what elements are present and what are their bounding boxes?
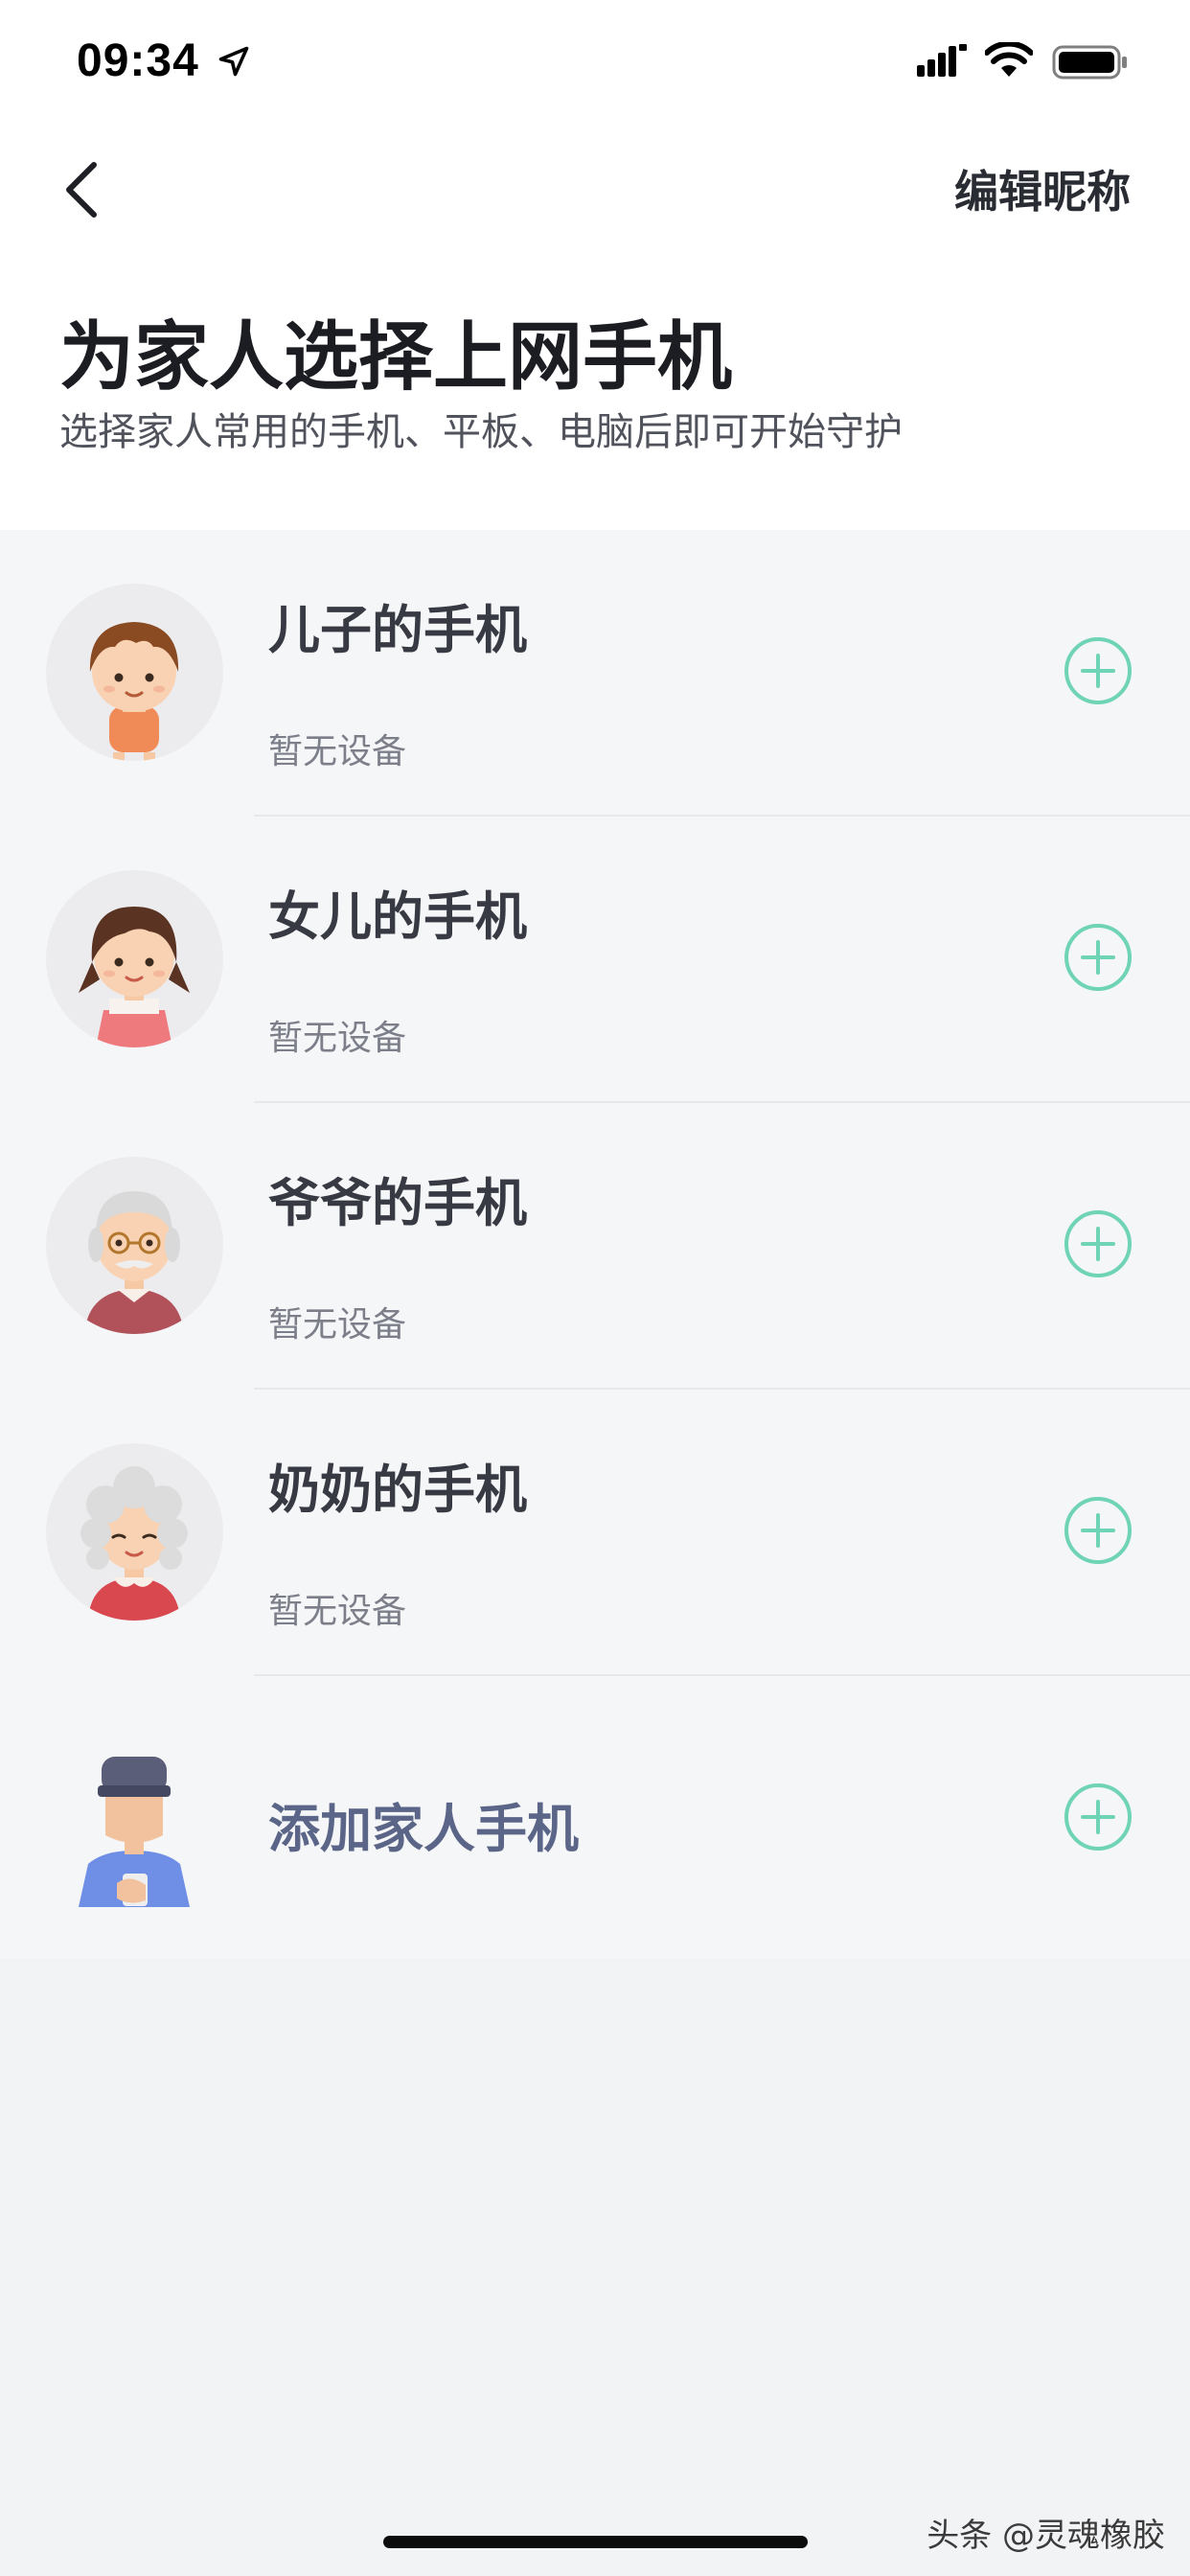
header-area: 09:34 编辑昵称 为家人选择上网手机 选择家人常用的手机、平板、电脑后即可开… <box>0 0 1190 530</box>
home-indicator[interactable] <box>383 2536 808 2548</box>
add-member-plus-icon[interactable] <box>1064 1782 1133 1852</box>
boy-avatar <box>46 584 223 761</box>
cellular-signal-icon <box>917 44 967 77</box>
status-time: 09:34 <box>77 35 199 86</box>
girl-avatar <box>46 870 223 1047</box>
add-family-phone-label: 添加家人手机 <box>268 1799 579 1859</box>
add-device-plus-icon[interactable] <box>1064 1209 1133 1278</box>
add-device-plus-icon[interactable] <box>1064 1496 1133 1565</box>
family-row-status: 暂无设备 <box>268 1592 407 1631</box>
family-row-name: 女儿的手机 <box>268 886 527 947</box>
family-row-name: 儿子的手机 <box>268 600 527 660</box>
watermark: 头条 @灵魂橡胶 <box>927 2517 1165 2555</box>
add-device-plus-icon[interactable] <box>1064 923 1133 992</box>
family-device-list: 儿子的手机 暂无设备 女儿的手机 暂无设备 爷爷的手机 暂无设备 奶奶的手机 暂… <box>0 530 1190 1959</box>
family-row-son[interactable]: 儿子的手机 暂无设备 <box>0 530 1190 816</box>
family-row-daughter[interactable]: 女儿的手机 暂无设备 <box>0 816 1190 1103</box>
page-title: 为家人选择上网手机 <box>59 314 733 401</box>
battery-icon <box>1052 45 1127 80</box>
family-row-status: 暂无设备 <box>268 1305 407 1345</box>
edit-nickname-button[interactable]: 编辑昵称 <box>954 157 1131 220</box>
add-device-plus-icon[interactable] <box>1064 636 1133 705</box>
family-row-grandma[interactable]: 奶奶的手机 暂无设备 <box>0 1390 1190 1676</box>
family-row-status: 暂无设备 <box>268 1019 407 1058</box>
add-family-phone-row[interactable]: 添加家人手机 <box>0 1676 1190 1963</box>
location-arrow-icon <box>218 46 249 77</box>
man-with-cap-avatar <box>46 1730 223 1907</box>
family-row-status: 暂无设备 <box>268 732 407 771</box>
grandma-avatar <box>46 1443 223 1621</box>
back-chevron-icon[interactable] <box>56 155 107 224</box>
family-row-grandpa[interactable]: 爷爷的手机 暂无设备 <box>0 1103 1190 1390</box>
family-row-name: 奶奶的手机 <box>268 1460 527 1520</box>
family-row-name: 爷爷的手机 <box>268 1173 527 1233</box>
grandpa-avatar <box>46 1157 223 1334</box>
wifi-icon <box>985 42 1033 77</box>
page-subtitle: 选择家人常用的手机、平板、电脑后即可开始守护 <box>59 410 903 454</box>
